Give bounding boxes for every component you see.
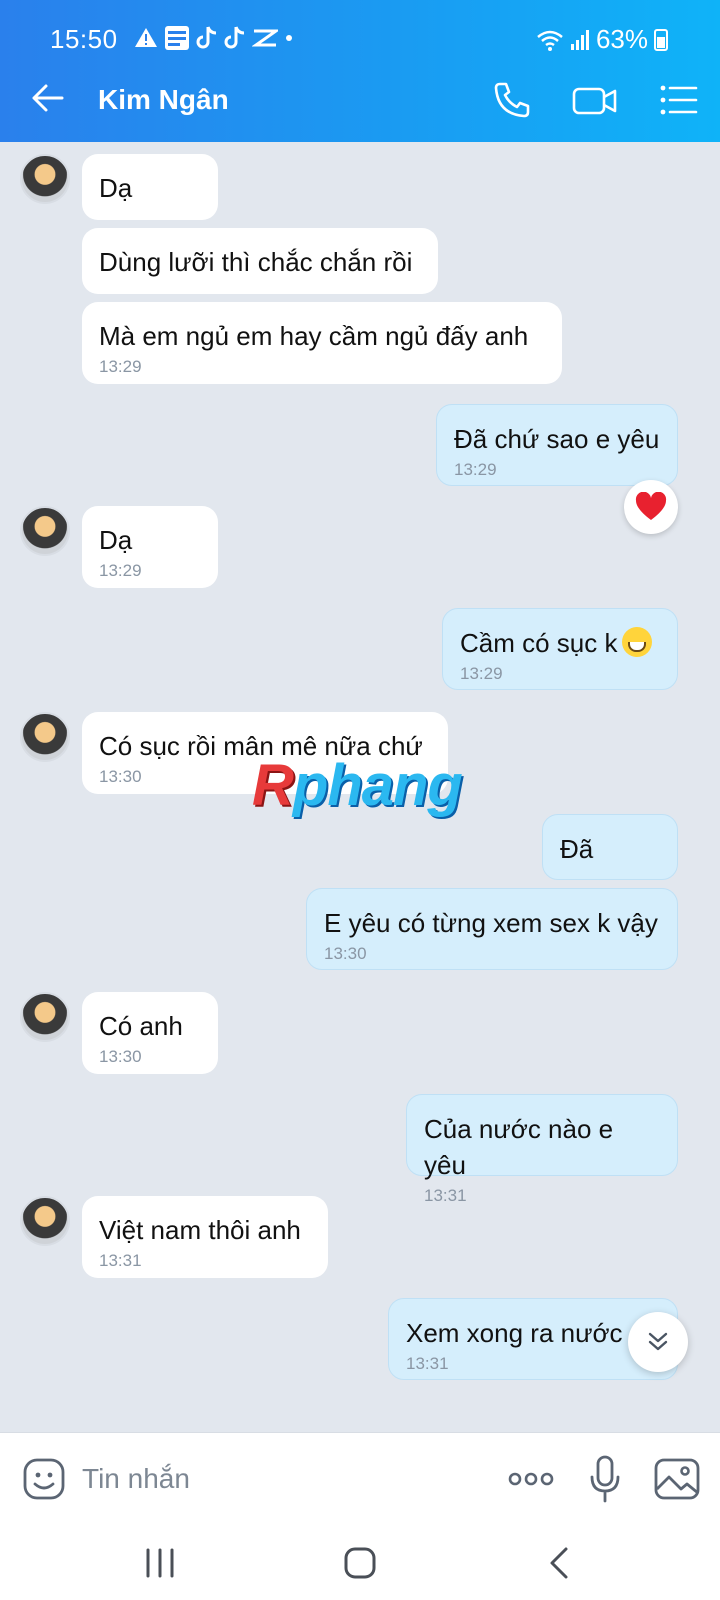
top-bar: 15:50 63% Kim Ngân <box>0 0 720 142</box>
message-text: Cầm có sục k <box>460 628 618 658</box>
message-bubble-incoming[interactable]: Dạ <box>82 154 218 220</box>
message-bubble-outgoing[interactable]: Đã chứ sao e yêu 13:29 <box>436 404 678 486</box>
message-text: Xem xong ra nước <box>406 1318 623 1348</box>
double-chevron-down-icon <box>648 1332 668 1351</box>
message-bubble-incoming[interactable]: Mà em ngủ em hay cầm ngủ đấy anh 13:29 <box>82 302 562 384</box>
message-time: 13:29 <box>460 664 503 683</box>
contact-avatar[interactable] <box>20 506 70 556</box>
chat-screen: 15:50 63% Kim Ngân Dạ Dùng lưỡi thì chắc… <box>0 0 720 1600</box>
message-text: Của nước nào e yêu <box>424 1114 614 1180</box>
capcut-icon <box>252 29 278 47</box>
message-text: E yêu có từng xem sex k vậy <box>324 908 658 938</box>
message-time: 13:31 <box>99 1251 142 1270</box>
notification-icons <box>134 24 294 52</box>
signal-icon <box>570 29 589 50</box>
message-text: Đã chứ sao e yêu <box>454 424 660 454</box>
system-back-icon[interactable] <box>540 1546 580 1580</box>
heart-icon <box>635 492 667 520</box>
more-options-icon[interactable] <box>508 1469 554 1489</box>
message-bubble-outgoing[interactable]: Của nước nào e yêu 13:31 <box>406 1094 678 1205</box>
baomoi-icon <box>165 26 189 50</box>
message-bubble-incoming[interactable]: Dùng lưỡi thì chắc chắn rồi <box>82 228 438 294</box>
grinning-emoji-icon <box>621 627 652 657</box>
message-bubble-outgoing[interactable]: Cầm có sục k 13:29 <box>442 608 678 690</box>
phone-call-icon[interactable] <box>492 80 532 120</box>
contact-avatar[interactable] <box>20 154 70 204</box>
wifi-icon <box>537 30 563 51</box>
emoji-sticker-icon[interactable] <box>22 1457 66 1501</box>
message-time: 13:30 <box>324 944 367 963</box>
contact-avatar[interactable] <box>20 1196 70 1246</box>
message-text: Việt nam thôi anh <box>99 1215 301 1245</box>
message-bubble-incoming[interactable]: Việt nam thôi anh 13:31 <box>82 1196 328 1278</box>
menu-list-icon[interactable] <box>658 80 698 120</box>
microphone-icon[interactable] <box>588 1455 622 1503</box>
status-time: 15:50 <box>50 24 118 54</box>
message-bubble-incoming[interactable]: Có anh 13:30 <box>82 992 218 1074</box>
message-input[interactable] <box>82 1455 472 1503</box>
tiktok-icon <box>196 26 217 49</box>
more-notifications-icon <box>286 35 292 41</box>
message-text: Mà em ngủ em hay cầm ngủ đấy anh <box>99 321 529 351</box>
message-list[interactable]: Dạ Dùng lưỡi thì chắc chắn rồi Mà em ngủ… <box>0 142 720 1432</box>
message-text: Dạ <box>99 173 133 203</box>
back-arrow-icon[interactable] <box>30 80 66 116</box>
message-time: 13:30 <box>99 1047 142 1066</box>
message-bubble-outgoing[interactable]: E yêu có từng xem sex k vậy 13:30 <box>306 888 678 970</box>
message-time: 13:29 <box>99 357 142 376</box>
recent-apps-icon[interactable] <box>140 1546 180 1580</box>
tiktok-icon <box>224 26 245 49</box>
warning-icon <box>135 28 157 47</box>
message-composer <box>0 1432 720 1524</box>
watermark-logo: Rphang <box>252 753 463 818</box>
message-text: Dạ <box>99 525 133 555</box>
status-right: 63% <box>536 24 668 55</box>
image-gallery-icon[interactable] <box>654 1457 700 1501</box>
message-time: 13:31 <box>406 1354 449 1373</box>
contact-avatar[interactable] <box>20 712 70 762</box>
message-time: 13:29 <box>99 561 142 580</box>
reaction-badge[interactable] <box>624 480 678 534</box>
contact-name[interactable]: Kim Ngân <box>98 84 229 116</box>
message-time: 13:29 <box>454 460 497 479</box>
message-text: Có anh <box>99 1011 183 1041</box>
message-time: 13:31 <box>424 1186 467 1205</box>
app-bar: Kim Ngân <box>0 58 720 142</box>
home-icon[interactable] <box>340 1546 380 1580</box>
scroll-to-bottom-button[interactable] <box>628 1312 688 1372</box>
contact-avatar[interactable] <box>20 992 70 1042</box>
message-bubble-incoming[interactable]: Dạ 13:29 <box>82 506 218 588</box>
video-call-icon[interactable] <box>572 80 618 120</box>
status-bar: 15:50 63% <box>0 0 720 58</box>
battery-level: 63% <box>595 24 648 54</box>
android-nav-bar <box>0 1524 720 1600</box>
message-text: Dùng lưỡi thì chắc chắn rồi <box>99 247 413 277</box>
battery-icon <box>654 28 668 51</box>
message-bubble-outgoing[interactable]: Đã <box>542 814 678 880</box>
message-text: Đã <box>560 834 594 864</box>
